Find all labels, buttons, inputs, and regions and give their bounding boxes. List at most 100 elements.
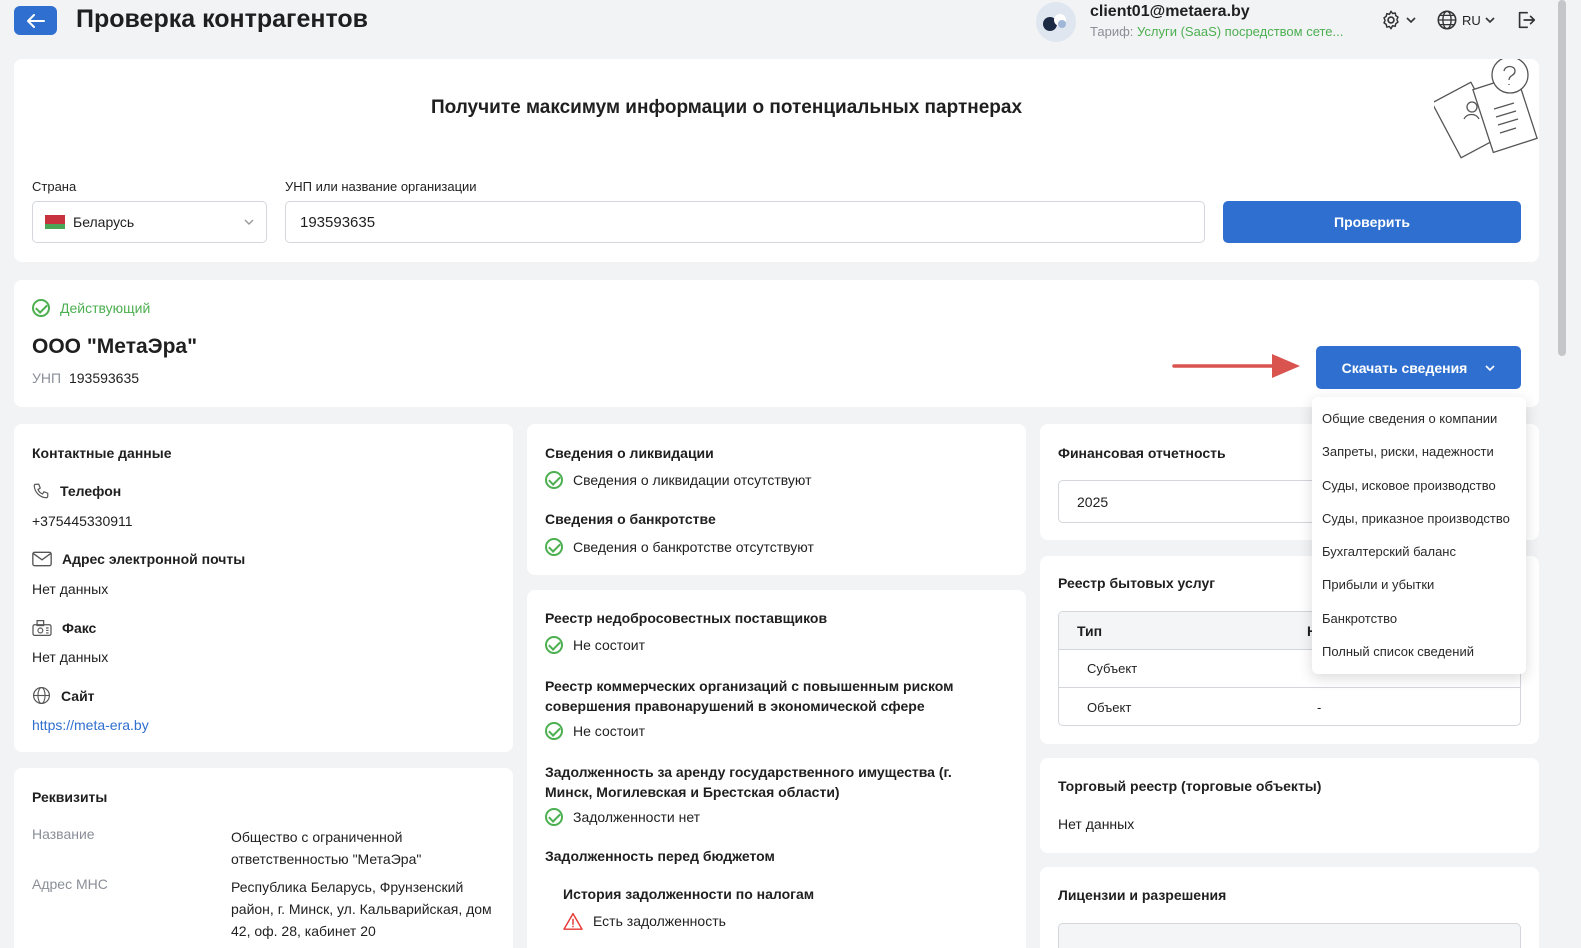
requisites-card: Реквизиты Название Общество с ограниченн… [14,768,513,948]
query-input[interactable] [285,201,1205,243]
email-label: Адрес электронной почты [62,551,246,567]
bankruptcy-title: Сведения о банкротстве [545,511,716,527]
country-value: Беларусь [73,214,135,230]
check-button[interactable]: Проверить [1223,201,1521,243]
email-row: Адрес электронной почты [32,551,245,567]
risk-register-value: Не состоит [573,723,646,739]
phone-icon [33,483,49,499]
phone-label: Телефон [60,483,122,499]
liquidation-value: Сведения о ликвидации отсутствуют [573,472,812,488]
globe-icon [32,686,51,705]
phone-row: Телефон [32,482,121,500]
row-type: Объект [1087,700,1132,715]
company-card: Действующий ООО "МетаЭра" УНП 193593635 … [14,280,1539,407]
language-label: RU [1462,12,1481,28]
rent-debt-value: Задолженности нет [573,809,701,825]
menu-item-general[interactable]: Общие сведения о компании [1312,402,1526,435]
company-name: ООО "МетаЭра" [32,335,198,358]
mail-icon [32,551,52,567]
tax-history-status: Есть задолженность [563,912,726,930]
requisites-name-label: Название [32,826,95,842]
download-dropdown: Общие сведения о компании Запреты, риски… [1312,397,1526,674]
country-label: Страна [32,179,77,194]
back-button[interactable] [14,6,57,35]
trade-register-card: Торговый реестр (торговые объекты) Нет д… [1040,758,1539,853]
check-circle-icon [545,471,563,489]
logout-icon [1518,11,1536,29]
arrow-right-icon [1172,354,1300,378]
globe-icon [1437,10,1457,30]
tax-history-value: Есть задолженность [593,913,726,929]
site-label: Сайт [61,687,95,704]
status-text: Действующий [60,300,151,316]
trade-title: Торговый реестр (торговые объекты) [1058,778,1322,794]
menu-item-courts-claims[interactable]: Суды, исковое производство [1312,469,1526,502]
check-circle-icon [32,299,50,317]
scrollbar[interactable] [1556,0,1568,948]
fax-value: Нет данных [32,649,109,665]
check-circle-icon [545,538,563,556]
risk-register-status: Не состоит [545,722,645,740]
avatar[interactable] [1036,2,1076,42]
warning-icon [563,912,583,930]
fax-icon [32,620,52,636]
phone-value: +375445330911 [32,513,133,529]
search-card: Получите максимум информации о потенциал… [14,59,1539,262]
requisites-name-value: Общество с ограниченной ответственностью… [231,829,422,867]
risk-register-title: Реестр коммерческих организаций с повыше… [545,678,954,714]
menu-item-balance[interactable]: Бухгалтерский баланс [1312,535,1526,568]
company-unp: УНП 193593635 [32,370,139,386]
menu-item-courts-orders[interactable]: Суды, приказное производство [1312,502,1526,535]
unfair-suppliers-title: Реестр недобросовестных поставщиков [545,610,828,626]
budget-debt-title: Задолженность перед бюджетом [545,848,775,864]
fax-row: Факс [32,619,96,637]
tariff-label: Тариф: [1090,24,1134,39]
requisites-title: Реквизиты [32,789,108,805]
menu-item-full-list[interactable]: Полный список сведений [1312,635,1526,668]
user-email: client01@metaera.by [1090,3,1250,20]
rent-debt-status: Задолженности нет [545,808,700,826]
liquidation-title: Сведения о ликвидации [545,445,714,461]
liquidation-status: Сведения о ликвидации отсутствуют [545,471,812,489]
email-value: Нет данных [32,581,109,597]
language-menu[interactable]: RU [1436,9,1495,31]
settings-menu[interactable] [1380,9,1416,31]
belarus-flag-icon [45,215,65,229]
household-title: Реестр бытовых услуг [1058,575,1216,591]
country-select[interactable]: Беларусь [32,201,267,243]
check-circle-icon [545,722,563,740]
row-value: - [1317,700,1322,715]
site-link[interactable]: https://meta-era.by [32,717,149,733]
contacts-title: Контактные данные [32,445,172,461]
search-heading: Получите максимум информации о потенциал… [430,97,1023,118]
tariff-info: Тариф: Услуги (SaaS) посредством сете... [1090,24,1343,39]
unfair-suppliers-value: Не состоит [573,637,646,653]
chevron-down-icon [1485,17,1495,24]
download-button[interactable]: Скачать сведения [1316,346,1521,389]
tax-history-title: История задолженности по налогам [563,886,815,902]
registers-card: Реестр недобросовестных поставщиков Не с… [527,590,1026,948]
requisites-address-label: Адрес МНС [32,876,108,892]
menu-item-risks[interactable]: Запреты, риски, надежности [1312,435,1526,468]
table-row: Объект - [1059,688,1520,725]
contacts-card: Контактные данные Телефон +375445330911 … [14,424,513,752]
scrollbar-thumb[interactable] [1558,0,1566,356]
unp-label: УНП [32,370,62,386]
unfair-suppliers-status: Не состоит [545,636,645,654]
arrow-left-icon [26,13,45,28]
bankruptcy-status: Сведения о банкротстве отсутствуют [545,538,814,556]
chevron-down-icon [244,219,254,225]
query-label: УНП или название организации [285,179,477,194]
year-value: 2025 [1077,493,1109,510]
fax-label: Факс [62,620,97,636]
status-badge: Действующий [32,299,150,317]
bankruptcy-value: Сведения о банкротстве отсутствуют [573,539,814,555]
check-circle-icon [545,636,563,654]
logout-button[interactable] [1515,9,1537,36]
check-circle-icon [545,808,563,826]
chevron-down-icon [1406,17,1416,24]
gear-icon [1383,10,1399,30]
menu-item-bankruptcy[interactable]: Банкротство [1312,602,1526,635]
trade-value: Нет данных [1058,816,1135,832]
menu-item-profit-loss[interactable]: Прибыли и убытки [1312,568,1526,601]
